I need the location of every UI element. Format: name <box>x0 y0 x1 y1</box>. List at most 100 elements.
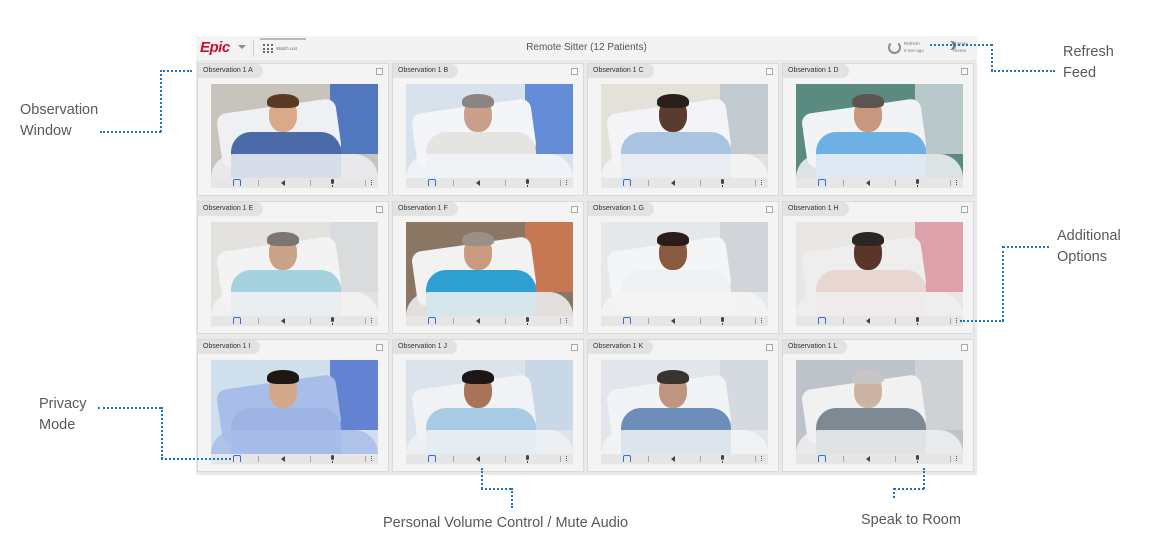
observation-window[interactable]: Observation 1 F <box>392 201 584 334</box>
speak-to-room-icon[interactable] <box>526 179 529 187</box>
maximize-icon[interactable] <box>376 344 383 351</box>
change-theme-button[interactable]: Change Theme <box>942 39 974 57</box>
observation-window[interactable]: Observation 1 D <box>782 63 974 196</box>
mute-audio-icon[interactable] <box>671 318 675 324</box>
more-options-icon[interactable] <box>761 180 762 186</box>
more-options-icon[interactable] <box>566 318 567 324</box>
patient-video-feed[interactable] <box>796 360 963 454</box>
control-divider <box>648 180 649 186</box>
privacy-mode-icon[interactable] <box>623 317 631 324</box>
observation-window[interactable]: Observation 1 G <box>587 201 779 334</box>
maximize-icon[interactable] <box>961 68 968 75</box>
patient-video-feed[interactable] <box>211 360 378 454</box>
maximize-icon[interactable] <box>766 68 773 75</box>
privacy-mode-icon[interactable] <box>428 455 436 462</box>
maximize-icon[interactable] <box>376 68 383 75</box>
patient-video-feed[interactable] <box>406 84 573 178</box>
more-options-icon[interactable] <box>566 180 567 186</box>
observation-window[interactable]: Observation 1 A <box>197 63 389 196</box>
observation-window[interactable]: Observation 1 E <box>197 201 389 334</box>
speak-to-room-icon[interactable] <box>916 317 919 325</box>
mute-audio-icon[interactable] <box>866 180 870 186</box>
speak-to-room-icon[interactable] <box>331 455 334 463</box>
observation-window[interactable]: Observation 1 J <box>392 339 584 472</box>
mute-audio-icon[interactable] <box>281 180 285 186</box>
speak-to-room-icon[interactable] <box>526 455 529 463</box>
speak-to-room-icon[interactable] <box>331 179 334 187</box>
maximize-icon[interactable] <box>766 206 773 213</box>
mute-audio-icon[interactable] <box>476 318 480 324</box>
callout-line <box>894 488 924 490</box>
maximize-icon[interactable] <box>376 206 383 213</box>
patient-video-feed[interactable] <box>211 84 378 178</box>
privacy-mode-icon[interactable] <box>233 455 241 462</box>
observation-window[interactable]: Observation 1 H <box>782 201 974 334</box>
callout-line <box>481 468 483 489</box>
control-divider <box>843 318 844 324</box>
video-control-bar <box>406 316 573 326</box>
observation-window[interactable]: Observation 1 B <box>392 63 584 196</box>
patient-video-feed[interactable] <box>796 84 963 178</box>
speak-to-room-icon[interactable] <box>721 455 724 463</box>
privacy-mode-icon[interactable] <box>623 455 631 462</box>
privacy-mode-icon[interactable] <box>818 317 826 324</box>
privacy-mode-icon[interactable] <box>818 455 826 462</box>
mute-audio-icon[interactable] <box>671 456 675 462</box>
more-options-icon[interactable] <box>371 456 372 462</box>
privacy-mode-icon[interactable] <box>818 179 826 186</box>
mute-audio-icon[interactable] <box>281 318 285 324</box>
speak-to-room-icon[interactable] <box>916 455 919 463</box>
maximize-icon[interactable] <box>766 344 773 351</box>
speak-to-room-icon[interactable] <box>721 317 724 325</box>
more-options-icon[interactable] <box>566 456 567 462</box>
speak-to-room-icon[interactable] <box>526 317 529 325</box>
observation-window[interactable]: Observation 1 C <box>587 63 779 196</box>
maximize-icon[interactable] <box>571 344 578 351</box>
patient-video-feed[interactable] <box>601 84 768 178</box>
mute-audio-icon[interactable] <box>866 456 870 462</box>
observation-window[interactable]: Observation 1 L <box>782 339 974 472</box>
more-options-icon[interactable] <box>371 180 372 186</box>
patient-video-feed[interactable] <box>601 222 768 316</box>
maximize-icon[interactable] <box>571 206 578 213</box>
patient-video-feed[interactable] <box>601 360 768 454</box>
patient-video-feed[interactable] <box>796 222 963 316</box>
video-control-bar <box>406 178 573 188</box>
patient-video-feed[interactable] <box>211 222 378 316</box>
maximize-icon[interactable] <box>571 68 578 75</box>
mute-audio-icon[interactable] <box>476 180 480 186</box>
callout-observation-window: Observation Window <box>20 100 98 142</box>
refresh-button[interactable]: Refresh 0 min ago <box>888 39 928 57</box>
patient-video-feed[interactable] <box>406 360 573 454</box>
observation-title: Observation 1 G <box>588 202 654 216</box>
observation-window[interactable]: Observation 1 K <box>587 339 779 472</box>
maximize-icon[interactable] <box>961 206 968 213</box>
control-divider <box>258 456 259 462</box>
mute-audio-icon[interactable] <box>866 318 870 324</box>
privacy-mode-icon[interactable] <box>428 317 436 324</box>
privacy-mode-icon[interactable] <box>623 179 631 186</box>
mute-audio-icon[interactable] <box>476 456 480 462</box>
more-options-icon[interactable] <box>956 318 957 324</box>
video-control-bar <box>601 454 768 464</box>
observation-window[interactable]: Observation 1 I <box>197 339 389 472</box>
control-divider <box>755 456 756 462</box>
speak-to-room-icon[interactable] <box>916 179 919 187</box>
speak-to-room-icon[interactable] <box>331 317 334 325</box>
more-options-icon[interactable] <box>761 318 762 324</box>
mute-audio-icon[interactable] <box>671 180 675 186</box>
more-options-icon[interactable] <box>761 456 762 462</box>
more-options-icon[interactable] <box>956 456 957 462</box>
callout-line <box>960 320 1004 322</box>
more-options-icon[interactable] <box>956 180 957 186</box>
speak-to-room-icon[interactable] <box>721 179 724 187</box>
callout-line <box>893 488 895 498</box>
patient-video-feed[interactable] <box>406 222 573 316</box>
privacy-mode-icon[interactable] <box>428 179 436 186</box>
more-options-icon[interactable] <box>371 318 372 324</box>
privacy-mode-icon[interactable] <box>233 317 241 324</box>
callout-privacy-mode: Privacy Mode <box>39 394 87 436</box>
maximize-icon[interactable] <box>961 344 968 351</box>
mute-audio-icon[interactable] <box>281 456 285 462</box>
privacy-mode-icon[interactable] <box>233 179 241 186</box>
